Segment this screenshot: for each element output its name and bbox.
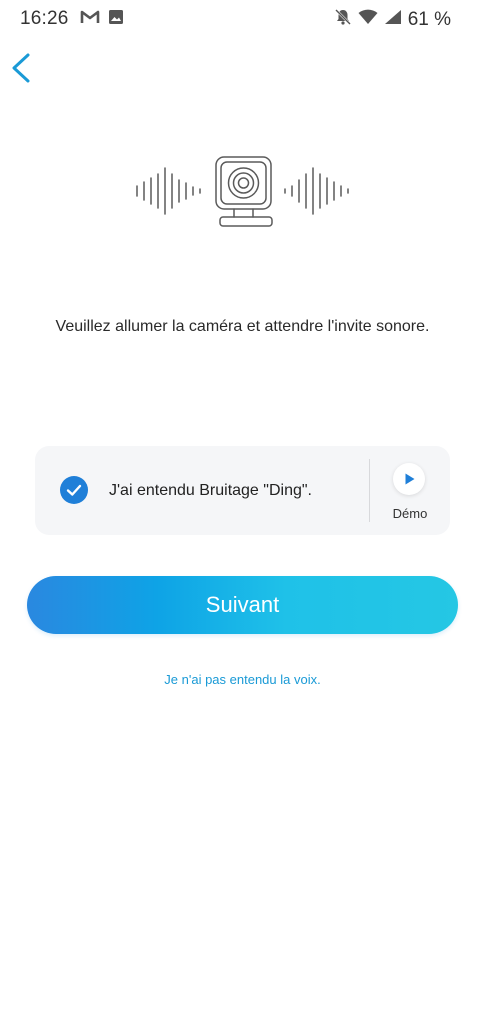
next-button[interactable]: Suivant (27, 576, 458, 634)
battery-level: 61 % (407, 8, 451, 30)
chevron-left-icon (12, 53, 30, 83)
signal-icon (384, 9, 402, 30)
checkmark-icon (66, 484, 82, 496)
card-divider (369, 459, 370, 522)
sound-confirmation-card: J'ai entendu Bruitage "Ding". Démo (35, 446, 450, 535)
demo-label: Démo (392, 506, 428, 521)
image-icon (108, 9, 124, 30)
notifications-off-icon (334, 8, 352, 31)
instruction-text: Veuillez allumer la caméra et attendre l… (55, 318, 430, 335)
confirm-checkbox[interactable] (60, 476, 88, 504)
gmail-icon (80, 9, 100, 30)
status-right: 61 % (334, 8, 451, 31)
status-left-icons (80, 9, 124, 30)
status-bar: 16:26 61 % (0, 0, 485, 36)
not-heard-link[interactable]: Je n'ai pas entendu la voix. (0, 672, 485, 687)
demo-button[interactable]: Démo (371, 460, 449, 526)
play-icon (393, 463, 425, 495)
status-time: 16:26 (20, 8, 69, 29)
wifi-icon (358, 9, 378, 30)
camera-sound-illustration (130, 152, 355, 232)
confirm-label: J'ai entendu Bruitage "Ding". (109, 482, 312, 499)
camera-sound-icon (136, 156, 349, 227)
back-button[interactable] (8, 52, 38, 84)
